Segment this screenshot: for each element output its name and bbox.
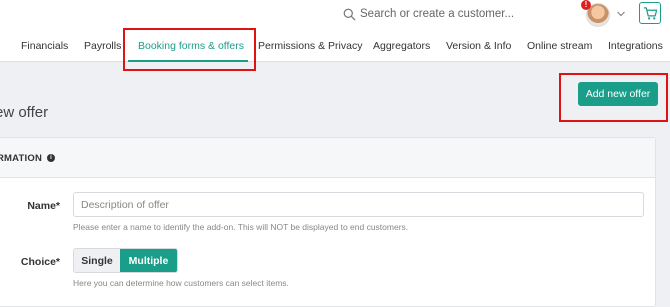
add-new-offer-button[interactable]: Add new offer [578, 82, 658, 106]
choice-single-button[interactable]: Single [74, 249, 120, 272]
tab-payrolls[interactable]: Payrolls [84, 40, 121, 52]
settings-tab-bar: Financials Payrolls Booking forms & offe… [0, 30, 670, 62]
active-tab-indicator [128, 60, 248, 62]
name-field[interactable] [73, 192, 644, 217]
search-input[interactable] [360, 8, 540, 20]
top-bar: ! [0, 0, 670, 30]
tab-financials[interactable]: Financials [21, 40, 68, 52]
tab-permissions-privacy[interactable]: Permissions & Privacy [258, 40, 362, 52]
page-title: ew offer [0, 104, 49, 121]
cart-button[interactable] [639, 2, 661, 24]
panel-header: RMATION i [0, 138, 655, 178]
tab-booking-forms-offers[interactable]: Booking forms & offers [138, 40, 244, 52]
search-icon [343, 8, 356, 20]
choice-help-text: Here you can determine how customers can… [73, 278, 289, 288]
tab-aggregators[interactable]: Aggregators [373, 40, 430, 52]
choice-label: Choice* [20, 256, 60, 268]
info-icon[interactable]: i [47, 154, 55, 162]
tab-version-info[interactable]: Version & Info [446, 40, 511, 52]
tab-online-stream[interactable]: Online stream [527, 40, 592, 52]
notification-badge: ! [581, 0, 591, 10]
name-help-text: Please enter a name to identify the add-… [73, 222, 409, 232]
customer-search[interactable] [343, 5, 543, 23]
choice-toggle: Single Multiple [73, 248, 178, 273]
panel-title: RMATION [0, 153, 43, 164]
chevron-down-icon[interactable] [616, 9, 626, 19]
cart-icon [643, 6, 657, 19]
choice-multiple-button[interactable]: Multiple [120, 249, 177, 272]
name-label: Name* [27, 200, 60, 212]
tab-integrations[interactable]: Integrations [608, 40, 663, 52]
